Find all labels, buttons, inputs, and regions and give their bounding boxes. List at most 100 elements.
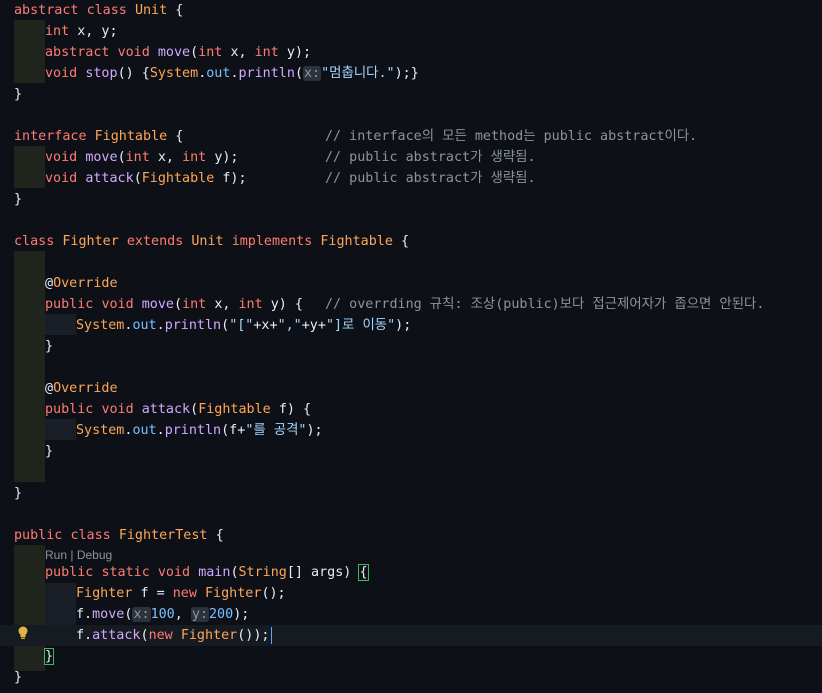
token: attack: [92, 628, 141, 643]
codelens-separator: |: [70, 548, 74, 562]
token: {: [215, 528, 224, 543]
token: Override: [53, 381, 118, 396]
token: Fighter: [76, 586, 133, 601]
code-line-30: f.attack(new Fighter());: [76, 625, 272, 646]
token: Fightable: [198, 402, 271, 417]
lightbulb-icon[interactable]: [17, 626, 29, 640]
token: .: [156, 318, 165, 333]
token: attack: [141, 402, 191, 417]
token: void: [101, 402, 134, 417]
token: Unit: [134, 3, 168, 18]
indent-guide: [14, 20, 45, 83]
token: static: [101, 565, 150, 580]
comment: // public abstract가 생략됨.: [325, 171, 536, 186]
token: public: [45, 297, 94, 312]
indent-guide: [14, 545, 45, 671]
token: @: [45, 276, 54, 291]
token: (: [117, 150, 126, 165]
token: new: [172, 586, 197, 601]
run-codelens-link[interactable]: Run: [45, 548, 67, 562]
token: f.: [76, 607, 93, 622]
token: Override: [53, 276, 118, 291]
code-line-26: public class FighterTest {: [14, 525, 224, 546]
code-line-22: }: [45, 441, 53, 462]
token: ());: [237, 628, 270, 643]
token: Unit: [191, 234, 224, 249]
token: "를 공격": [245, 423, 307, 438]
token: void: [45, 171, 78, 186]
token: x,: [230, 45, 247, 60]
code-line-19: @Override: [45, 378, 118, 399]
token: class: [86, 3, 127, 18]
token: .: [230, 66, 239, 81]
token: }: [45, 339, 54, 354]
code-line-8: void move(int x, int y);: [45, 147, 239, 168]
code-line-24: }: [14, 483, 22, 504]
token: class: [70, 528, 111, 543]
code-line-16: System.out.println("["+x+","+y+"]로 이동");: [76, 315, 411, 336]
debug-codelens-link[interactable]: Debug: [77, 548, 112, 562]
code-line-1: abstract class Unit {: [14, 0, 183, 21]
code-editor[interactable]: abstract class Unit { int x, y; abstract…: [0, 0, 822, 693]
token: ();: [261, 586, 286, 601]
token: );}: [394, 66, 419, 81]
token: int: [182, 297, 207, 312]
inlay-hint: y:: [190, 607, 209, 622]
token: println: [238, 66, 295, 81]
token: public: [45, 402, 94, 417]
token: (: [230, 565, 239, 580]
token: int: [125, 150, 150, 165]
code-line-21: System.out.println(f+"를 공격");: [76, 420, 323, 441]
code-line-27: public static void main(String[] args) {: [45, 562, 369, 583]
token: Fighter: [62, 234, 119, 249]
token: );: [395, 318, 412, 333]
token: interface: [14, 129, 87, 144]
token: FighterTest: [118, 528, 208, 543]
token: int: [182, 150, 207, 165]
token: void: [157, 565, 191, 580]
token: f);: [222, 171, 247, 186]
token: System: [149, 66, 199, 81]
token: Fightable: [94, 129, 168, 144]
token: }: [14, 670, 23, 685]
code-line-20: public void attack(Fightable f) {: [45, 399, 311, 420]
code-line-2: int x, y;: [45, 21, 118, 42]
token: );: [306, 423, 323, 438]
token: new: [148, 628, 173, 643]
token: }: [14, 87, 23, 102]
token: {: [401, 234, 410, 249]
token: }: [14, 192, 23, 207]
matching-brace: }: [43, 648, 55, 665]
token: f =: [140, 586, 173, 601]
token: println: [164, 318, 222, 333]
token: .: [156, 423, 165, 438]
token: }: [45, 444, 54, 459]
token: out: [206, 66, 231, 81]
token: (: [174, 297, 183, 312]
token: [] args): [286, 565, 360, 580]
code-line-10: }: [14, 189, 22, 210]
token: 200: [209, 607, 234, 622]
token: "]로 이동": [325, 318, 396, 333]
token: move: [157, 45, 191, 60]
token: Fightable: [141, 171, 215, 186]
code-line-32: }: [14, 667, 22, 688]
token: f) {: [278, 402, 312, 417]
token: Fighter: [205, 586, 262, 601]
token: y);: [286, 45, 312, 60]
token: out: [132, 423, 157, 438]
token: "[": [229, 318, 254, 333]
token: +x+: [253, 318, 278, 333]
token: move: [92, 607, 125, 622]
token: 100: [150, 607, 175, 622]
token: }: [14, 486, 23, 501]
token: ,: [174, 607, 191, 622]
comment: // overrding 규칙: 조상(public)보다 접근제어자가 좁으면…: [325, 297, 765, 312]
token: y) {: [270, 297, 303, 312]
token: (: [221, 318, 230, 333]
text-cursor: [270, 626, 272, 644]
inlay-hint: x:: [303, 66, 322, 81]
token: y);: [214, 150, 239, 165]
code-line-12: class Fighter extends Unit implements Fi…: [14, 231, 409, 252]
token: String: [238, 565, 287, 580]
